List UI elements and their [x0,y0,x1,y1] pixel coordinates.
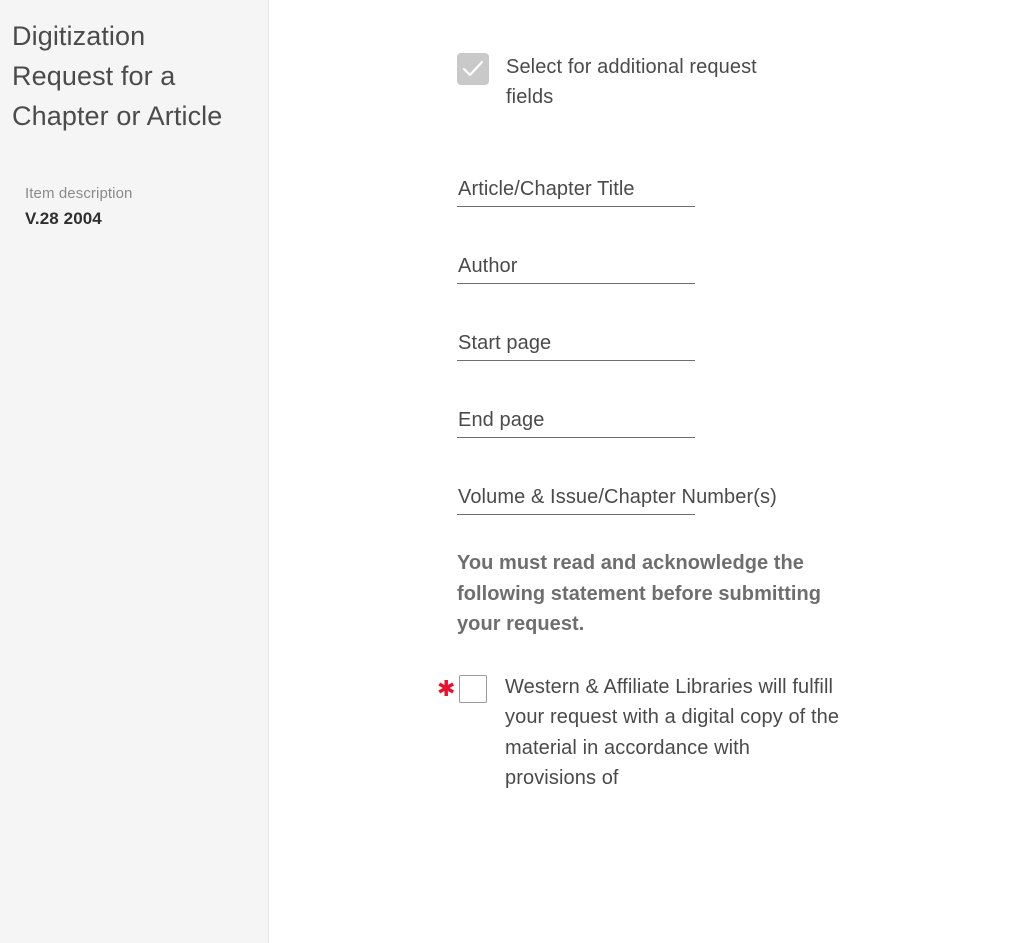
acknowledgement-statement: Western & Affiliate Libraries will fulfi… [505,675,840,790]
item-description-block: Item description V.28 2004 [12,184,250,231]
field-underline-start-page [457,360,695,361]
acknowledgement-heading: You must read and acknowledge the follow… [457,552,822,635]
request-form: Select for additional request fields Art… [437,0,1017,794]
main-content: Select for additional request fields Art… [269,0,1024,943]
field-label-article-chapter-title: Article/Chapter Title [458,178,635,200]
field-underline-end-page [457,437,695,438]
field-volume-issue-chapter-number[interactable]: Volume & Issue/Chapter Number(s) [457,484,777,515]
acknowledgement-checkbox[interactable] [459,674,487,703]
field-article-chapter-title[interactable]: Article/Chapter Title [457,176,695,207]
field-underline-article-chapter-title [457,206,695,207]
field-label-author: Author [458,255,518,277]
sidebar: Digitization Request for a Chapter or Ar… [0,0,269,943]
field-underline-author [457,283,695,284]
item-description-label: Item description [25,185,133,202]
required-asterisk-icon: ✱ [437,676,456,702]
additional-fields-toggle-row[interactable]: Select for additional request fields [457,52,1017,112]
field-author[interactable]: Author [457,253,695,284]
additional-fields-label: Select for additional request fields [506,56,757,108]
field-underline-volume-issue-chapter-number [457,514,695,515]
item-description-value: V.28 2004 [25,209,102,228]
field-end-page[interactable]: End page [457,407,695,438]
digitization-request-page: Digitization Request for a Chapter or Ar… [0,0,1024,943]
field-label-start-page: Start page [458,332,552,354]
field-start-page[interactable]: Start page [457,330,695,361]
page-title: Digitization Request for a Chapter or Ar… [12,21,223,131]
acknowledgement-row[interactable]: ✱ Western & Affiliate Libraries will ful… [437,672,1017,794]
additional-fields-checkbox[interactable] [457,53,489,85]
field-label-volume-issue-chapter-number: Volume & Issue/Chapter Number(s) [458,486,777,508]
field-label-end-page: End page [458,409,545,431]
